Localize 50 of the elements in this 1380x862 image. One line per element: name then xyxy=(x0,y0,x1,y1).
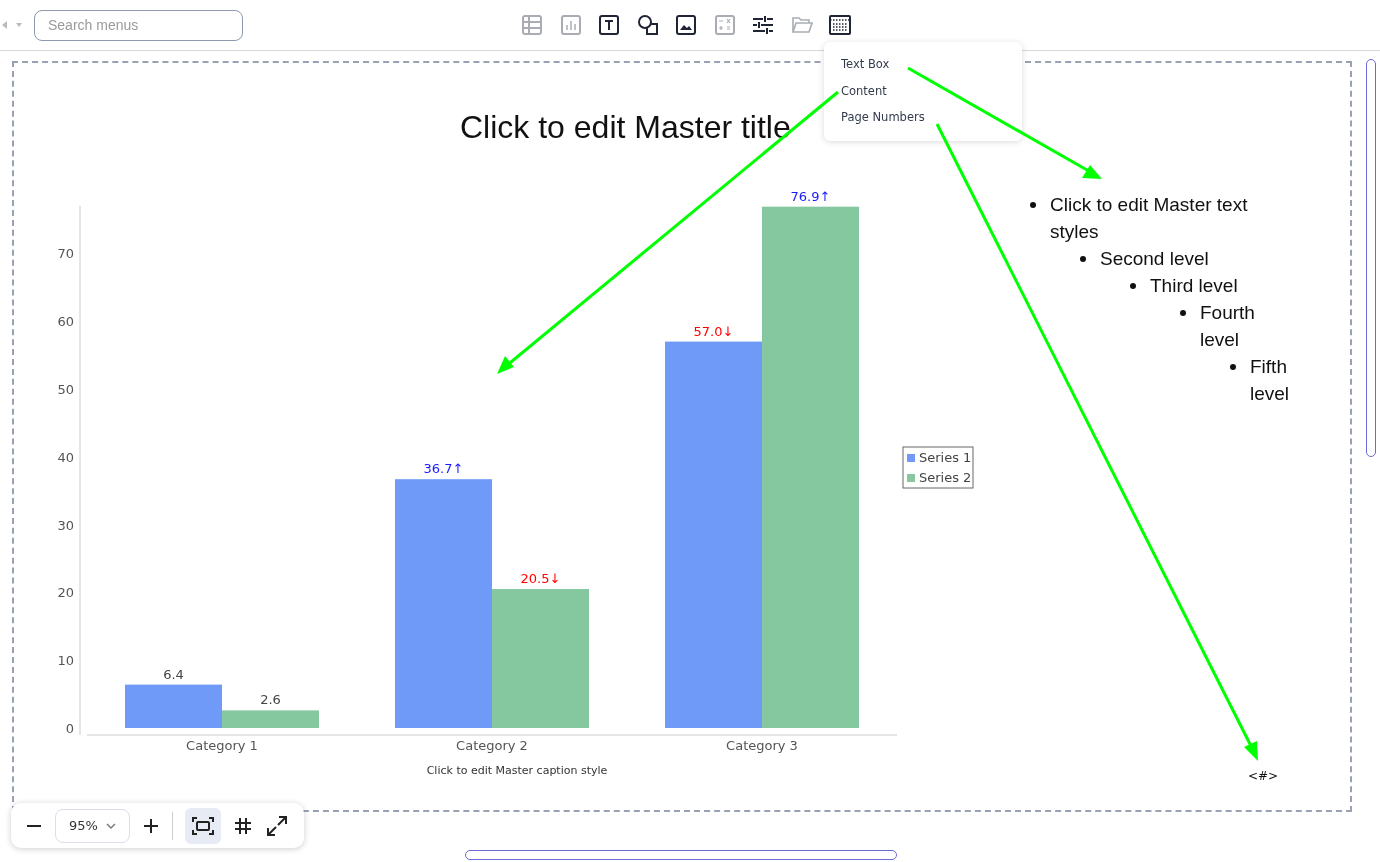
zoom-in-icon[interactable] xyxy=(142,816,160,835)
zoom-select[interactable]: 95% xyxy=(55,808,130,843)
data-label: 20.5↓ xyxy=(520,571,561,587)
text-box-icon[interactable] xyxy=(597,13,621,37)
body-text: Fourth level xyxy=(1200,301,1256,352)
slide-title: Click to edit Master title xyxy=(460,109,791,146)
bullet-icon xyxy=(1230,364,1236,370)
axis-tick-label: 30 xyxy=(57,517,74,533)
axis-tick-label: 0 xyxy=(65,721,74,736)
axis-tick-label: 40 xyxy=(57,449,74,465)
body-text: Fifth level xyxy=(1250,355,1291,406)
fullscreen-icon[interactable] xyxy=(265,813,289,838)
menu-item[interactable]: Content xyxy=(841,83,1022,110)
bullet-icon xyxy=(1180,310,1186,316)
fit-screen-icon xyxy=(191,815,215,836)
body-text: Third level xyxy=(1150,274,1239,298)
body-text: Second level xyxy=(1100,247,1210,271)
axis-tick-label: 70 xyxy=(57,246,74,262)
legend-label: Series 1 xyxy=(919,450,972,465)
shapes-icon[interactable] xyxy=(635,13,660,37)
fit-button[interactable] xyxy=(185,807,221,844)
data-label: 57.0↓ xyxy=(693,323,734,339)
bullet-icon xyxy=(1130,283,1136,289)
category-label: Category 3 xyxy=(726,738,798,753)
chevron-icon xyxy=(105,822,116,829)
legend-label: Series 2 xyxy=(919,470,972,485)
image-icon[interactable] xyxy=(674,13,698,37)
header-footer-icon[interactable] xyxy=(828,13,852,37)
body-text: Click to edit Master text styles xyxy=(1050,193,1249,244)
data-label: 6.4 xyxy=(163,666,184,682)
chart-legend xyxy=(902,446,974,489)
bullet-icon xyxy=(1030,202,1036,208)
data-label: 36.7↑ xyxy=(423,461,464,477)
menu-item[interactable]: Page Numbers xyxy=(841,110,1022,137)
axis-tick-label: 60 xyxy=(57,314,74,330)
sliders-icon[interactable] xyxy=(751,13,775,37)
category-label: Category 2 xyxy=(456,738,528,753)
category-label: Category 1 xyxy=(186,738,258,753)
page-number: <#> xyxy=(1248,769,1279,783)
axis-tick-label: 20 xyxy=(57,585,74,601)
data-label: 76.9↑ xyxy=(790,188,831,204)
menu-item[interactable]: Text Box xyxy=(841,57,1022,84)
axis-tick-label: 50 xyxy=(57,382,74,398)
search-field[interactable]: Search menus xyxy=(34,9,243,41)
zoom-value: 95% xyxy=(69,818,98,833)
axis-tick-label: 10 xyxy=(57,653,74,669)
bullet-icon xyxy=(1080,256,1086,262)
chart-caption: Click to edit Master caption style xyxy=(426,764,608,777)
grid-icon[interactable] xyxy=(233,815,253,836)
data-label: 2.6 xyxy=(260,692,281,708)
